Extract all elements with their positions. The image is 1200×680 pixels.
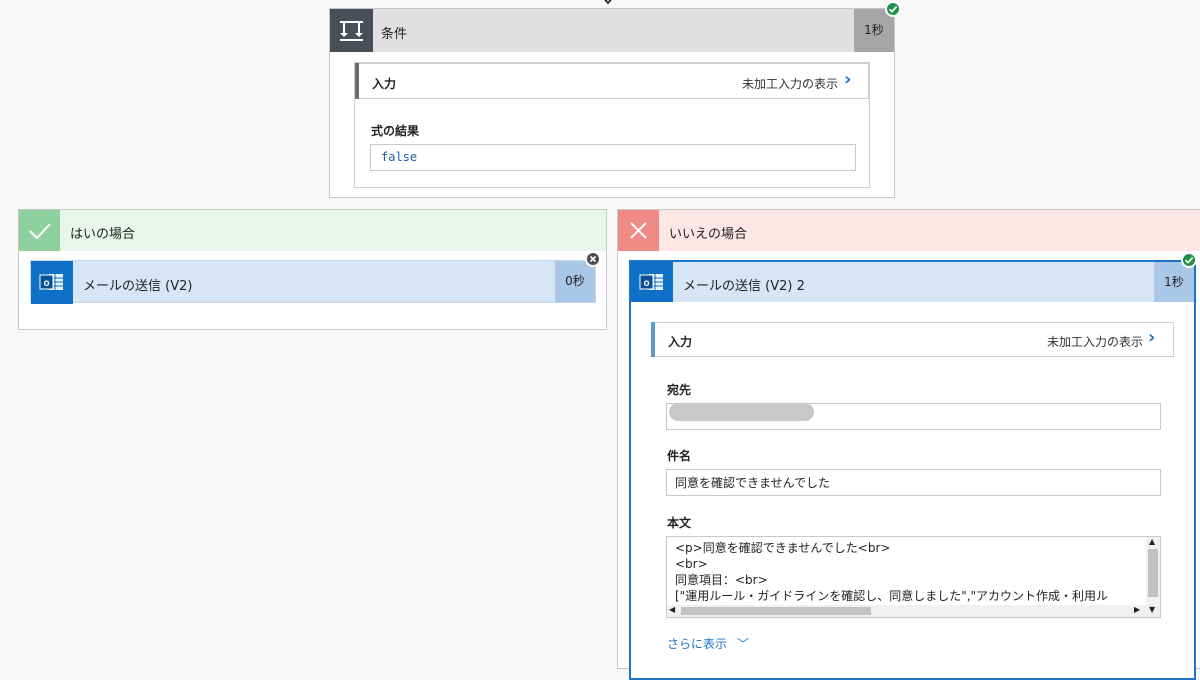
condition-success-check-icon <box>885 1 901 17</box>
condition-header[interactable]: 条件 1秒 <box>330 9 894 52</box>
subject-value: 同意を確認できませんでした <box>675 476 831 490</box>
action-skipped-x-icon <box>585 251 601 267</box>
yes-branch: はいの場合 o メールの送信 (V2) 0秒 <box>18 209 607 330</box>
scroll-down-arrow-icon[interactable]: ▼ <box>1149 605 1155 614</box>
no-branch: いいえの場合 o メールの送信 (V2) 2 1秒 入力 未加工入力の表示 › … <box>617 209 1200 680</box>
expression-result-field: false <box>370 144 856 171</box>
redacted-email <box>669 403 814 421</box>
subject-field: 同意を確認できませんでした <box>666 469 1161 496</box>
no-action-success-check-icon <box>1181 252 1197 268</box>
scroll-up-arrow-icon[interactable]: ▲ <box>1149 537 1155 546</box>
check-icon <box>19 210 60 251</box>
condition-raw-input-link[interactable]: 未加工入力の表示 <box>742 75 838 92</box>
show-more-label: さらに表示 <box>667 637 728 651</box>
yes-action-title: メールの送信 (V2) <box>83 279 193 294</box>
subject-label: 件名 <box>667 449 692 463</box>
outlook-icon: o <box>31 261 73 304</box>
yes-branch-title: はいの場合 <box>70 227 136 242</box>
no-action-title: メールの送信 (V2) 2 <box>683 279 805 294</box>
body-text: <p>同意を確認できませんでした<br> <br> 同意項目：<br> ["運用… <box>675 540 1145 604</box>
expression-result-value: false <box>381 150 418 164</box>
input-bar-stripe <box>651 322 655 357</box>
no-branch-header[interactable]: いいえの場合 <box>618 210 1200 251</box>
svg-text:o: o <box>643 278 649 289</box>
condition-title: 条件 <box>381 27 408 42</box>
no-action-raw-input-link[interactable]: 未加工入力の表示 <box>1047 333 1143 350</box>
condition-icon <box>330 9 373 52</box>
no-action-input-bar[interactable]: 入力 未加工入力の表示 › <box>651 322 1174 357</box>
horizontal-scroll-thumb[interactable] <box>681 607 871 615</box>
body-label: 本文 <box>667 516 692 530</box>
body-line: <p>同意を確認できませんでした<br> <box>675 541 891 555</box>
chevron-down-icon: ﹀ <box>736 637 749 651</box>
chevron-right-icon[interactable]: › <box>844 69 851 90</box>
body-line: <br> <box>675 557 708 571</box>
input-bar-stripe <box>355 63 359 99</box>
body-line: 同意項目：<br> <box>675 573 768 587</box>
no-action-header[interactable]: o メールの送信 (V2) 2 1秒 <box>631 262 1194 302</box>
body-line: ["運用ルール・ガイドラインを確認し、同意しました","アカウント作成・利用ル <box>675 589 1109 603</box>
body-horizontal-scrollbar[interactable]: ◀ ▶ <box>667 605 1146 617</box>
no-branch-title: いいえの場合 <box>669 227 748 242</box>
to-label: 宛先 <box>667 383 692 397</box>
yes-branch-header[interactable]: はいの場合 <box>19 210 606 251</box>
scroll-left-arrow-icon[interactable]: ◀ <box>669 605 675 614</box>
outlook-icon: o <box>631 262 673 302</box>
condition-input-label: 入力 <box>372 77 397 91</box>
yes-action-duration: 0秒 <box>555 261 595 302</box>
body-vertical-scrollbar[interactable]: ▲ ▼ <box>1146 537 1160 617</box>
x-icon <box>618 210 659 251</box>
chevron-right-icon[interactable]: › <box>1148 327 1155 348</box>
vertical-scroll-thumb[interactable] <box>1148 549 1158 597</box>
svg-text:o: o <box>43 278 49 289</box>
show-more-link[interactable]: さらに表示 ﹀ <box>667 635 749 652</box>
send-email-action-yes[interactable]: o メールの送信 (V2) 0秒 <box>30 260 596 304</box>
condition-input-bar[interactable]: 入力 未加工入力の表示 › <box>355 63 869 99</box>
scroll-right-arrow-icon[interactable]: ▶ <box>1134 605 1140 614</box>
body-field[interactable]: <p>同意を確認できませんでした<br> <br> 同意項目：<br> ["運用… <box>666 536 1161 618</box>
to-field <box>666 403 1161 430</box>
condition-card: 条件 1秒 入力 未加工入力の表示 › 式の結果 false <box>329 1 901 198</box>
expression-result-label: 式の結果 <box>371 124 420 138</box>
connector-arrow-icon <box>604 0 612 5</box>
condition-details: 入力 未加工入力の表示 › 式の結果 false <box>354 62 870 188</box>
send-email-action-no: o メールの送信 (V2) 2 1秒 入力 未加工入力の表示 › 宛先 件名 同… <box>629 260 1196 680</box>
no-action-input-label: 入力 <box>668 335 693 349</box>
